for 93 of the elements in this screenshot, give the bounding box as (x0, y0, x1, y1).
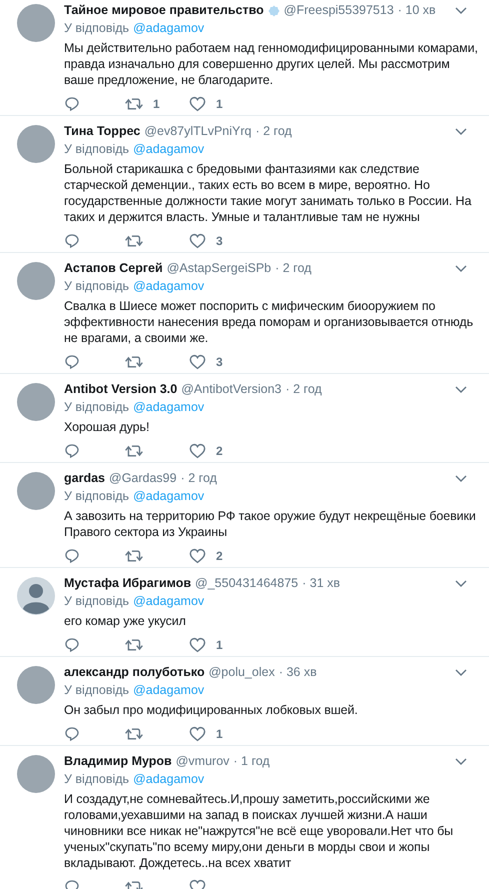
like-count: 1 (216, 96, 223, 112)
mention-link[interactable]: @adagamov (133, 771, 204, 788)
author-name[interactable]: Antibot Version 3.0 (64, 381, 178, 398)
heart-icon[interactable] (189, 636, 206, 652)
mention-link[interactable]: @adagamov (133, 593, 204, 610)
like-count: 3 (216, 354, 223, 370)
tweet-time[interactable]: · 36 хв (278, 664, 317, 681)
reply-label: У відповідь (64, 278, 130, 295)
chevron-down-icon[interactable] (455, 6, 467, 14)
tweet-time[interactable]: · 10 хв (398, 2, 436, 19)
tweet-text: И создадут,не сомневайтесь.И,прошу заметить,российскими же головами,уехавшими на запад в поисках лучшей жизни.А наши чиновники все никак не"нажрутся"не всё еще уворовали.Нет что бы ученых"скупать"по всему миру,они деньги в морды свои и жопы вкладывают. Дождетесь..на всех хватит (64, 791, 454, 871)
tweet-text: А завозить на территорию РФ такое оружие будут некрещёные боевики Правого сектора из Украины (64, 508, 477, 540)
author-handle[interactable]: @vmurov (176, 753, 230, 770)
retweet-icon[interactable] (125, 548, 143, 564)
avatar-photo-placeholder[interactable] (17, 4, 55, 42)
heart-icon[interactable] (189, 232, 206, 248)
default-avatar-icon[interactable] (17, 577, 55, 615)
tweet-text: Хорошая дурь! (64, 419, 150, 435)
author-name[interactable]: gardas (64, 470, 105, 487)
chevron-down-icon[interactable] (455, 128, 467, 136)
author-name[interactable]: александр полуботько (64, 664, 205, 681)
chevron-down-icon[interactable] (455, 758, 467, 766)
tweet-text: его комар уже укусил (64, 613, 187, 629)
author-name[interactable]: Тина Торрес (64, 123, 140, 140)
avatar-photo-placeholder[interactable] (17, 666, 55, 704)
reply-icon[interactable] (64, 726, 80, 742)
chevron-down-icon[interactable] (455, 668, 467, 676)
avatar-photo-placeholder[interactable] (17, 262, 55, 300)
author-handle[interactable]: @ev87ylTLvPniYrq (144, 123, 252, 140)
retweet-icon[interactable] (125, 442, 143, 458)
chevron-down-icon[interactable] (455, 474, 467, 482)
tweet-time[interactable]: · 31 хв (302, 575, 340, 592)
chevron-down-icon[interactable] (455, 386, 467, 394)
tweet-time[interactable]: · 2 год (285, 381, 322, 398)
like-count: 2 (216, 442, 223, 460)
heart-icon[interactable] (189, 442, 206, 458)
reply-label: У відповідь (64, 488, 130, 505)
tweet-text: Мы действительно работаем над генномодифицированными комарами, правда изначально для совершенно других целей. Мы рассмотрим ваше предложение, не благодарите. (64, 40, 479, 88)
author-name[interactable]: Тайное мировое правительство (64, 2, 264, 19)
avatar-photo-placeholder[interactable] (17, 472, 55, 510)
tweet-text: Он забыл про модифицированных лобковых вшей. (64, 702, 359, 718)
tweet-time[interactable]: · 2 год (180, 470, 217, 487)
reply-icon[interactable] (64, 96, 80, 112)
like-count: 1 (216, 636, 223, 654)
like-count: 3 (216, 232, 223, 250)
reply-icon[interactable] (64, 232, 80, 248)
tweet-text: Больной старикашка с бредовыми фантазиями как следствие старческой деменции., таких есть во всем в мире, вероятно. Но государственные должности такие могут занимать только в России. На таких и держится власть. Умные и талантливые там не нужны (64, 161, 472, 225)
heart-icon[interactable] (189, 96, 206, 112)
reply-label: У відповідь (64, 141, 130, 158)
author-handle[interactable]: @_550431464875 (195, 575, 298, 592)
author-handle[interactable]: @AstapSergeiSPb (166, 260, 272, 277)
mention-link[interactable]: @adagamov (133, 399, 204, 416)
tweet-time[interactable]: · 2 год (256, 123, 292, 140)
retweet-icon[interactable] (125, 726, 143, 742)
chevron-down-icon[interactable] (455, 264, 467, 272)
mention-link[interactable]: @adagamov (133, 488, 204, 505)
like-count: 1 (216, 726, 223, 742)
avatar-photo-placeholder[interactable] (17, 383, 55, 421)
author-handle[interactable]: @polu_olex (208, 664, 275, 681)
heart-icon[interactable] (189, 354, 206, 370)
mention-link[interactable]: @adagamov (133, 682, 204, 699)
reply-icon[interactable] (64, 636, 80, 652)
retweet-icon[interactable] (125, 232, 143, 248)
author-name[interactable]: Астапов Сергей (64, 260, 163, 277)
like-count: 2 (216, 548, 223, 564)
retweet-count: 1 (153, 96, 160, 112)
reply-label: У відповідь (64, 593, 130, 610)
tweet-time[interactable]: · 1 год (233, 753, 270, 770)
author-name[interactable]: Владимир Муров (64, 753, 172, 770)
author-handle[interactable]: @AntibotVersion3 (181, 381, 282, 398)
reply-label: У відповідь (64, 20, 130, 37)
tweet-time[interactable]: · 2 год (275, 260, 312, 277)
mention-link[interactable]: @adagamov (133, 278, 204, 295)
author-handle[interactable]: @Freespi55397513 (284, 2, 394, 19)
avatar-photo-placeholder[interactable] (17, 755, 55, 793)
mention-link[interactable]: @adagamov (133, 141, 204, 158)
heart-icon[interactable] (189, 726, 206, 742)
heart-icon[interactable] (189, 548, 206, 564)
retweet-icon[interactable] (125, 636, 143, 652)
reply-icon[interactable] (64, 442, 80, 458)
mention-link[interactable]: @adagamov (133, 20, 204, 37)
reply-icon[interactable] (64, 548, 80, 564)
chevron-down-icon[interactable] (455, 580, 467, 588)
author-name[interactable]: Мустафа Ибрагимов (64, 575, 192, 592)
avatar-photo-placeholder[interactable] (17, 125, 55, 163)
author-handle[interactable]: @Gardas99 (109, 470, 177, 487)
reply-label: У відповідь (64, 771, 130, 788)
reply-label: У відповідь (64, 399, 130, 416)
retweet-icon[interactable] (125, 96, 143, 112)
reply-label: У відповідь (64, 682, 130, 699)
tweet-text: Свалка в Шиесе может поспорить с мифическим биооружием по эффективности нанесения вреда поморам и организовывается отнюдь не врагами, а своими же. (64, 298, 474, 346)
retweet-icon[interactable] (125, 354, 143, 370)
reply-icon[interactable] (64, 354, 80, 370)
